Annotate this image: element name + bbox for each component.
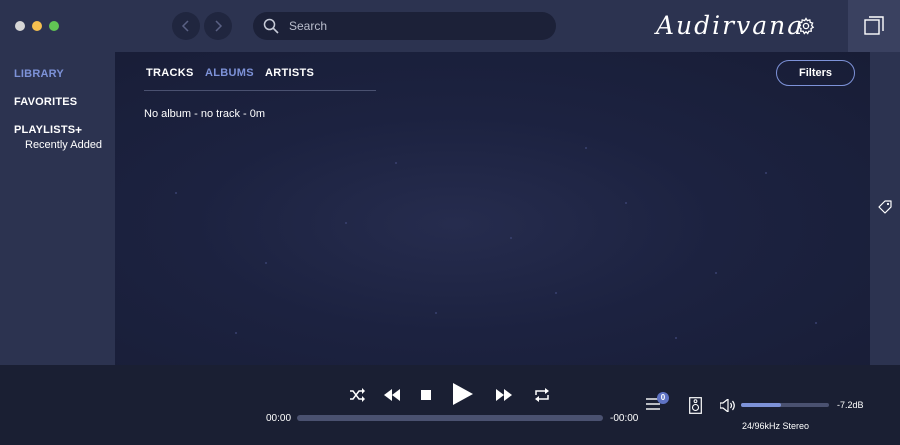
sidebar: LIBRARY FAVORITES PLAYLISTS + Recently A… [0,52,115,365]
fast-forward-icon [496,389,512,401]
main-content: TRACKS ALBUMS ARTISTS Filters No album -… [115,52,870,365]
rewind-icon [384,389,400,401]
play-icon [453,383,473,405]
sidebar-item-recently-added[interactable]: Recently Added [25,139,102,151]
window-minimize-button[interactable] [32,21,42,31]
play-button[interactable] [452,383,474,405]
stop-icon [420,389,431,400]
remaining-time: -00:00 [610,413,639,424]
queue-count-badge: 0 [657,392,669,404]
fast-forward-button[interactable] [496,387,512,403]
repeat-button[interactable] [534,387,550,403]
tab-artists[interactable]: ARTISTS [265,67,314,79]
search-input[interactable] [289,19,529,33]
repeat-icon [535,388,549,402]
volume-icon [720,398,735,412]
empty-library-message: No album - no track - 0m [144,108,266,120]
gear-icon[interactable] [797,17,815,35]
filters-button[interactable]: Filters [776,60,855,86]
tab-tracks[interactable]: TRACKS [146,67,194,79]
audio-format-label: 24/96kHz Stereo [742,421,810,431]
window-zoom-button[interactable] [49,21,59,31]
volume-db-readout: -7.2dB [837,400,864,410]
search-box[interactable] [253,12,556,40]
speaker-icon [688,396,702,414]
chevron-right-icon [215,20,223,32]
chevron-left-icon [181,20,189,32]
info-panel-strip [870,52,900,365]
miniplayer-icon [864,16,884,35]
nav-back-button[interactable] [172,12,200,40]
progress-bar[interactable] [297,415,603,421]
window-close-button[interactable] [15,21,25,31]
shuffle-icon [350,388,365,402]
brand-logo: Audirvana [656,11,805,40]
tag-icon[interactable] [878,200,892,214]
tab-divider [144,90,376,91]
volume-fill [741,403,781,407]
sidebar-item-library[interactable]: LIBRARY [14,68,64,80]
mute-button[interactable] [720,398,736,412]
stop-button[interactable] [420,389,431,400]
volume-slider[interactable] [741,403,829,407]
search-icon [263,18,279,34]
miniplayer-button[interactable] [848,0,900,52]
shuffle-button[interactable] [349,387,365,403]
title-bar: Audirvana [0,0,900,52]
sidebar-item-playlists[interactable]: PLAYLISTS [14,124,75,136]
audio-device-button[interactable] [688,396,702,414]
tab-albums[interactable]: ALBUMS [205,67,254,79]
rewind-button[interactable] [384,387,400,403]
add-playlist-button[interactable]: + [75,123,82,137]
elapsed-time: 00:00 [266,413,292,424]
nav-forward-button[interactable] [204,12,232,40]
sidebar-item-favorites[interactable]: FAVORITES [14,96,77,108]
player-bar: 00:00 -00:00 0 -7.2dB 24/96kHz Stereo [0,365,900,445]
